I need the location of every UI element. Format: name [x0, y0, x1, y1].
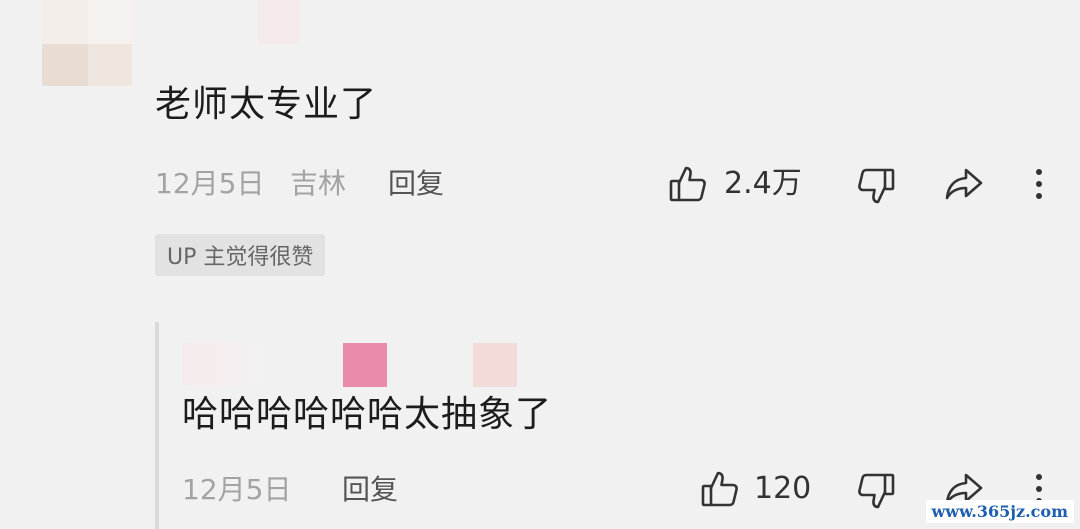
thumbs-down-icon — [858, 168, 895, 204]
username[interactable] — [258, 0, 300, 44]
comment-date: 12月5日 — [155, 167, 265, 200]
watermark: www.365jz.com — [925, 500, 1074, 523]
thumbs-up-icon — [701, 471, 738, 507]
more-icon — [1036, 169, 1042, 199]
reply-like-count: 120 — [754, 471, 812, 506]
reply-username-extra — [473, 343, 517, 387]
thumbs-up-icon — [669, 166, 706, 202]
uploader-liked-badge: UP 主觉得很赞 — [155, 234, 326, 276]
reply-button[interactable]: 回复 — [388, 170, 444, 198]
reply-date: 12月5日 — [182, 473, 292, 506]
avatar[interactable] — [42, 0, 132, 86]
like-count: 2.4万 — [724, 166, 802, 201]
share-icon — [945, 168, 983, 200]
thumbs-down-icon — [858, 473, 895, 509]
share-button[interactable] — [944, 164, 984, 204]
dislike-button[interactable] — [856, 166, 896, 206]
reply-dislike-button[interactable] — [856, 471, 896, 511]
more-options-button[interactable] — [1024, 164, 1054, 204]
like-button[interactable] — [668, 164, 708, 204]
reply-text: 哈哈哈哈哈哈太抽象了 — [182, 394, 553, 435]
reply-reply-button[interactable]: 回复 — [342, 476, 398, 504]
comment-text: 老师太专业了 — [155, 84, 378, 125]
reply-like-button[interactable] — [700, 469, 740, 509]
reply-avatar[interactable] — [182, 343, 258, 385]
thread-line — [155, 322, 159, 529]
comment-location: 吉林 — [290, 167, 347, 200]
reply-username[interactable] — [343, 343, 387, 387]
